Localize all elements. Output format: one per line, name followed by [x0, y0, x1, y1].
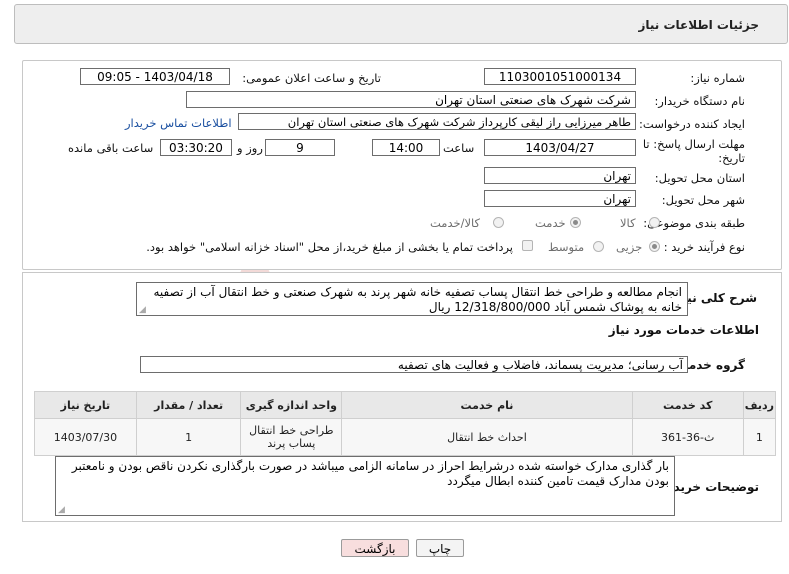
cell-row-no: 1 [742, 418, 777, 456]
services-section-title: اطلاعات خدمات مورد نیاز [608, 323, 759, 337]
col-header-service-code: کد خدمت [631, 391, 744, 419]
remaining-label: ساعت باقی مانده [68, 141, 154, 155]
category-radio-goods[interactable] [649, 217, 660, 228]
buyer-contact-link[interactable]: اطلاعات تماس خریدار [125, 116, 232, 130]
deadline-label: مهلت ارسال پاسخ: تا [642, 137, 745, 151]
print-button[interactable]: چاپ [416, 539, 464, 557]
deadline-time-field: 14:00 [372, 139, 440, 156]
category-radio-service[interactable] [570, 217, 581, 228]
deadline-date-field: 1403/04/27 [484, 139, 636, 156]
remaining-time-field: 03:30:20 [160, 139, 232, 156]
city-field: تهران [484, 190, 636, 207]
col-header-unit: واحد اندازه گیری [240, 391, 343, 419]
buyer-notes-textarea: بار گذاری مدارک خواسته شده درشرایط احراز… [55, 456, 675, 516]
table-header-row: ردیف کد خدمت نام خدمت واحد اندازه گیری ت… [34, 391, 777, 419]
deadline-date-label: تاریخ: [718, 151, 745, 165]
textarea-resize-handle-icon[interactable]: ◢ [139, 305, 146, 315]
province-field: تهران [484, 167, 636, 184]
creator-field: طاهر میرزایی راز لیقی کارپرداز شرکت شهرک… [238, 113, 636, 130]
process-type-label: نوع فرآیند خرید : [663, 240, 745, 254]
cell-need-date: 1403/07/30 [34, 418, 137, 456]
cell-service-name: احداث خط انتقال [341, 418, 633, 456]
announce-date-field: 1403/04/18 - 09:05 [80, 68, 230, 85]
services-table: ردیف کد خدمت نام خدمت واحد اندازه گیری ت… [34, 391, 777, 456]
process-radio-medium[interactable] [593, 241, 604, 252]
service-group-field: آب رسانی؛ مدیریت پسماند، فاضلاب و فعالیت… [140, 356, 688, 373]
cell-quantity: 1 [135, 418, 242, 456]
process-radio-minor[interactable] [649, 241, 660, 252]
notes-resize-handle-icon[interactable]: ◢ [58, 505, 65, 515]
creator-label: ایجاد کننده درخواست: [639, 117, 745, 131]
col-header-quantity: تعداد / مقدار [135, 391, 242, 419]
col-header-row-no: ردیف [742, 391, 777, 419]
deadline-time-label: ساعت [443, 141, 475, 155]
need-number-field: 1103001051000134 [484, 68, 636, 85]
process-option-medium: متوسط [548, 240, 585, 254]
cell-unit: طراحی خط انتقال پساب پرند [240, 418, 343, 456]
announce-date-label: تاریخ و ساعت اعلان عمومی: [242, 71, 381, 85]
table-row: 1 ث-36-361 احداث خط انتقال طراحی خط انتق… [34, 418, 777, 456]
cell-service-code: ث-36-361 [631, 418, 744, 456]
city-label: شهر محل تحویل: [661, 193, 745, 207]
treasury-payment-note: پرداخت تمام یا بخشی از مبلغ خرید،از محل … [146, 240, 513, 254]
page-title: جزئیات اطلاعات نیاز [638, 18, 759, 32]
category-option-goods: کالا [620, 216, 636, 230]
col-header-need-date: تاریخ نیاز [34, 391, 137, 419]
summary-textarea: انجام مطالعه و طراحی خط انتقال پساب تصفی… [136, 282, 688, 316]
category-radio-goods-service[interactable] [493, 217, 504, 228]
need-number-label: شماره نیاز: [690, 71, 745, 85]
buyer-org-label: نام دستگاه خریدار: [654, 94, 745, 108]
back-button[interactable]: بازگشت [341, 539, 409, 557]
category-option-goods-service: کالا/خدمت [430, 216, 481, 230]
treasury-payment-checkbox[interactable] [522, 240, 533, 251]
days-label: روز و [237, 141, 263, 155]
buyer-org-field: شرکت شهرک های صنعتی استان تهران [186, 91, 636, 108]
province-label: استان محل تحویل: [654, 171, 745, 185]
col-header-service-name: نام خدمت [341, 391, 633, 419]
process-option-minor: جزیی [616, 240, 643, 254]
days-field: 9 [265, 139, 335, 156]
category-option-service: خدمت [535, 216, 566, 230]
